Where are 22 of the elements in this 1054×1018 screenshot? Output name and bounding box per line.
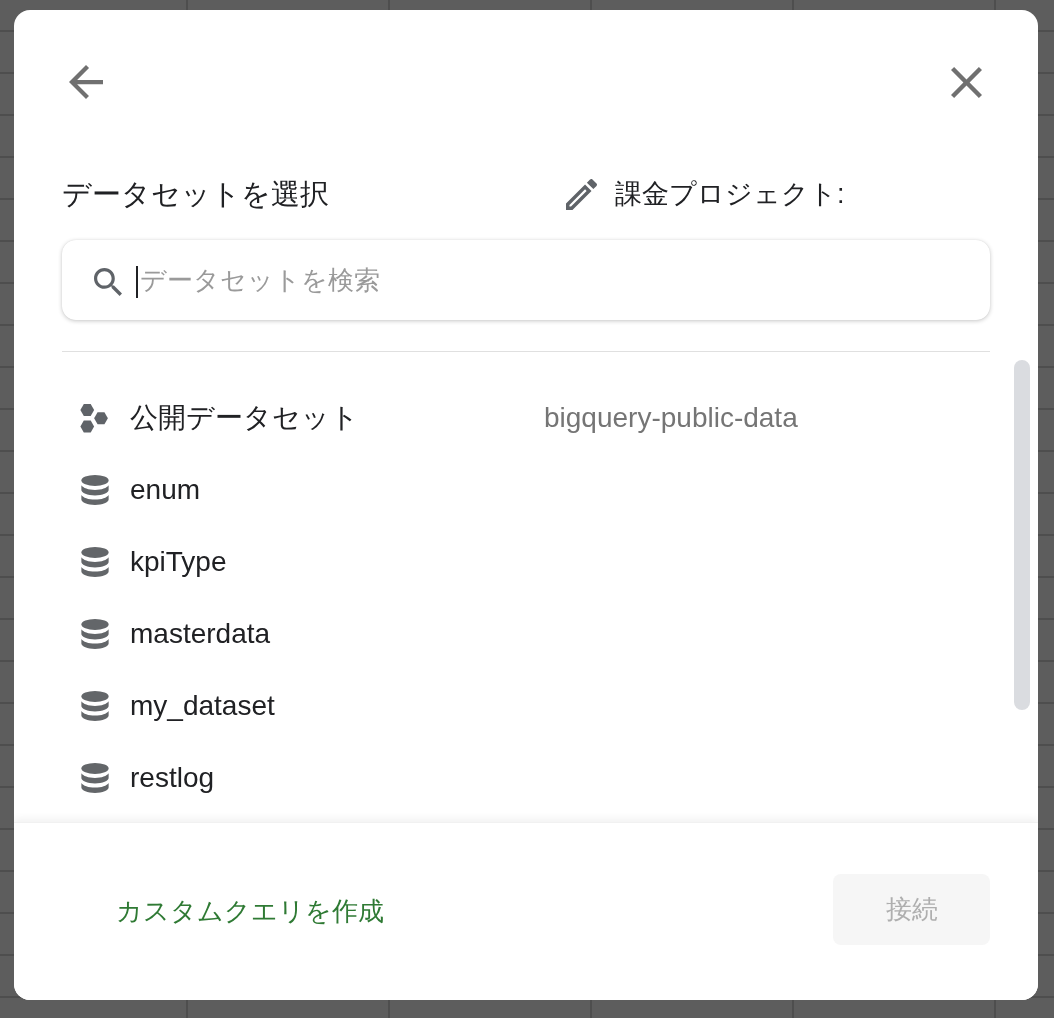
database-icon xyxy=(81,763,109,793)
dataset-item[interactable]: enum xyxy=(78,454,990,526)
close-button[interactable] xyxy=(951,66,982,98)
dataset-item[interactable]: my_dataset xyxy=(78,670,990,742)
database-icon xyxy=(81,475,109,505)
database-icon xyxy=(81,619,109,649)
search-field[interactable]: データセットを検索 xyxy=(138,260,966,300)
search-icon xyxy=(94,268,122,296)
back-button[interactable] xyxy=(69,65,103,99)
dialog-title: データセットを選択 xyxy=(62,177,330,212)
database-icon xyxy=(81,691,109,721)
close-icon xyxy=(951,66,982,98)
scrollbar-thumb[interactable] xyxy=(1014,360,1030,710)
dataset-item[interactable]: masterdata xyxy=(78,598,990,670)
dataset-item[interactable]: 公開データセット bigquery-public-data xyxy=(78,382,990,454)
billing-project-label: 課金プロジェクト: xyxy=(615,178,845,211)
database-icon xyxy=(81,547,109,577)
back-arrow-icon xyxy=(69,65,103,99)
create-custom-query-link[interactable]: カスタムクエリを作成 xyxy=(116,894,384,929)
dataset-item[interactable]: kpiType xyxy=(78,526,990,598)
dataset-item[interactable]: restlog xyxy=(78,742,990,814)
pencil-icon[interactable] xyxy=(566,178,597,210)
